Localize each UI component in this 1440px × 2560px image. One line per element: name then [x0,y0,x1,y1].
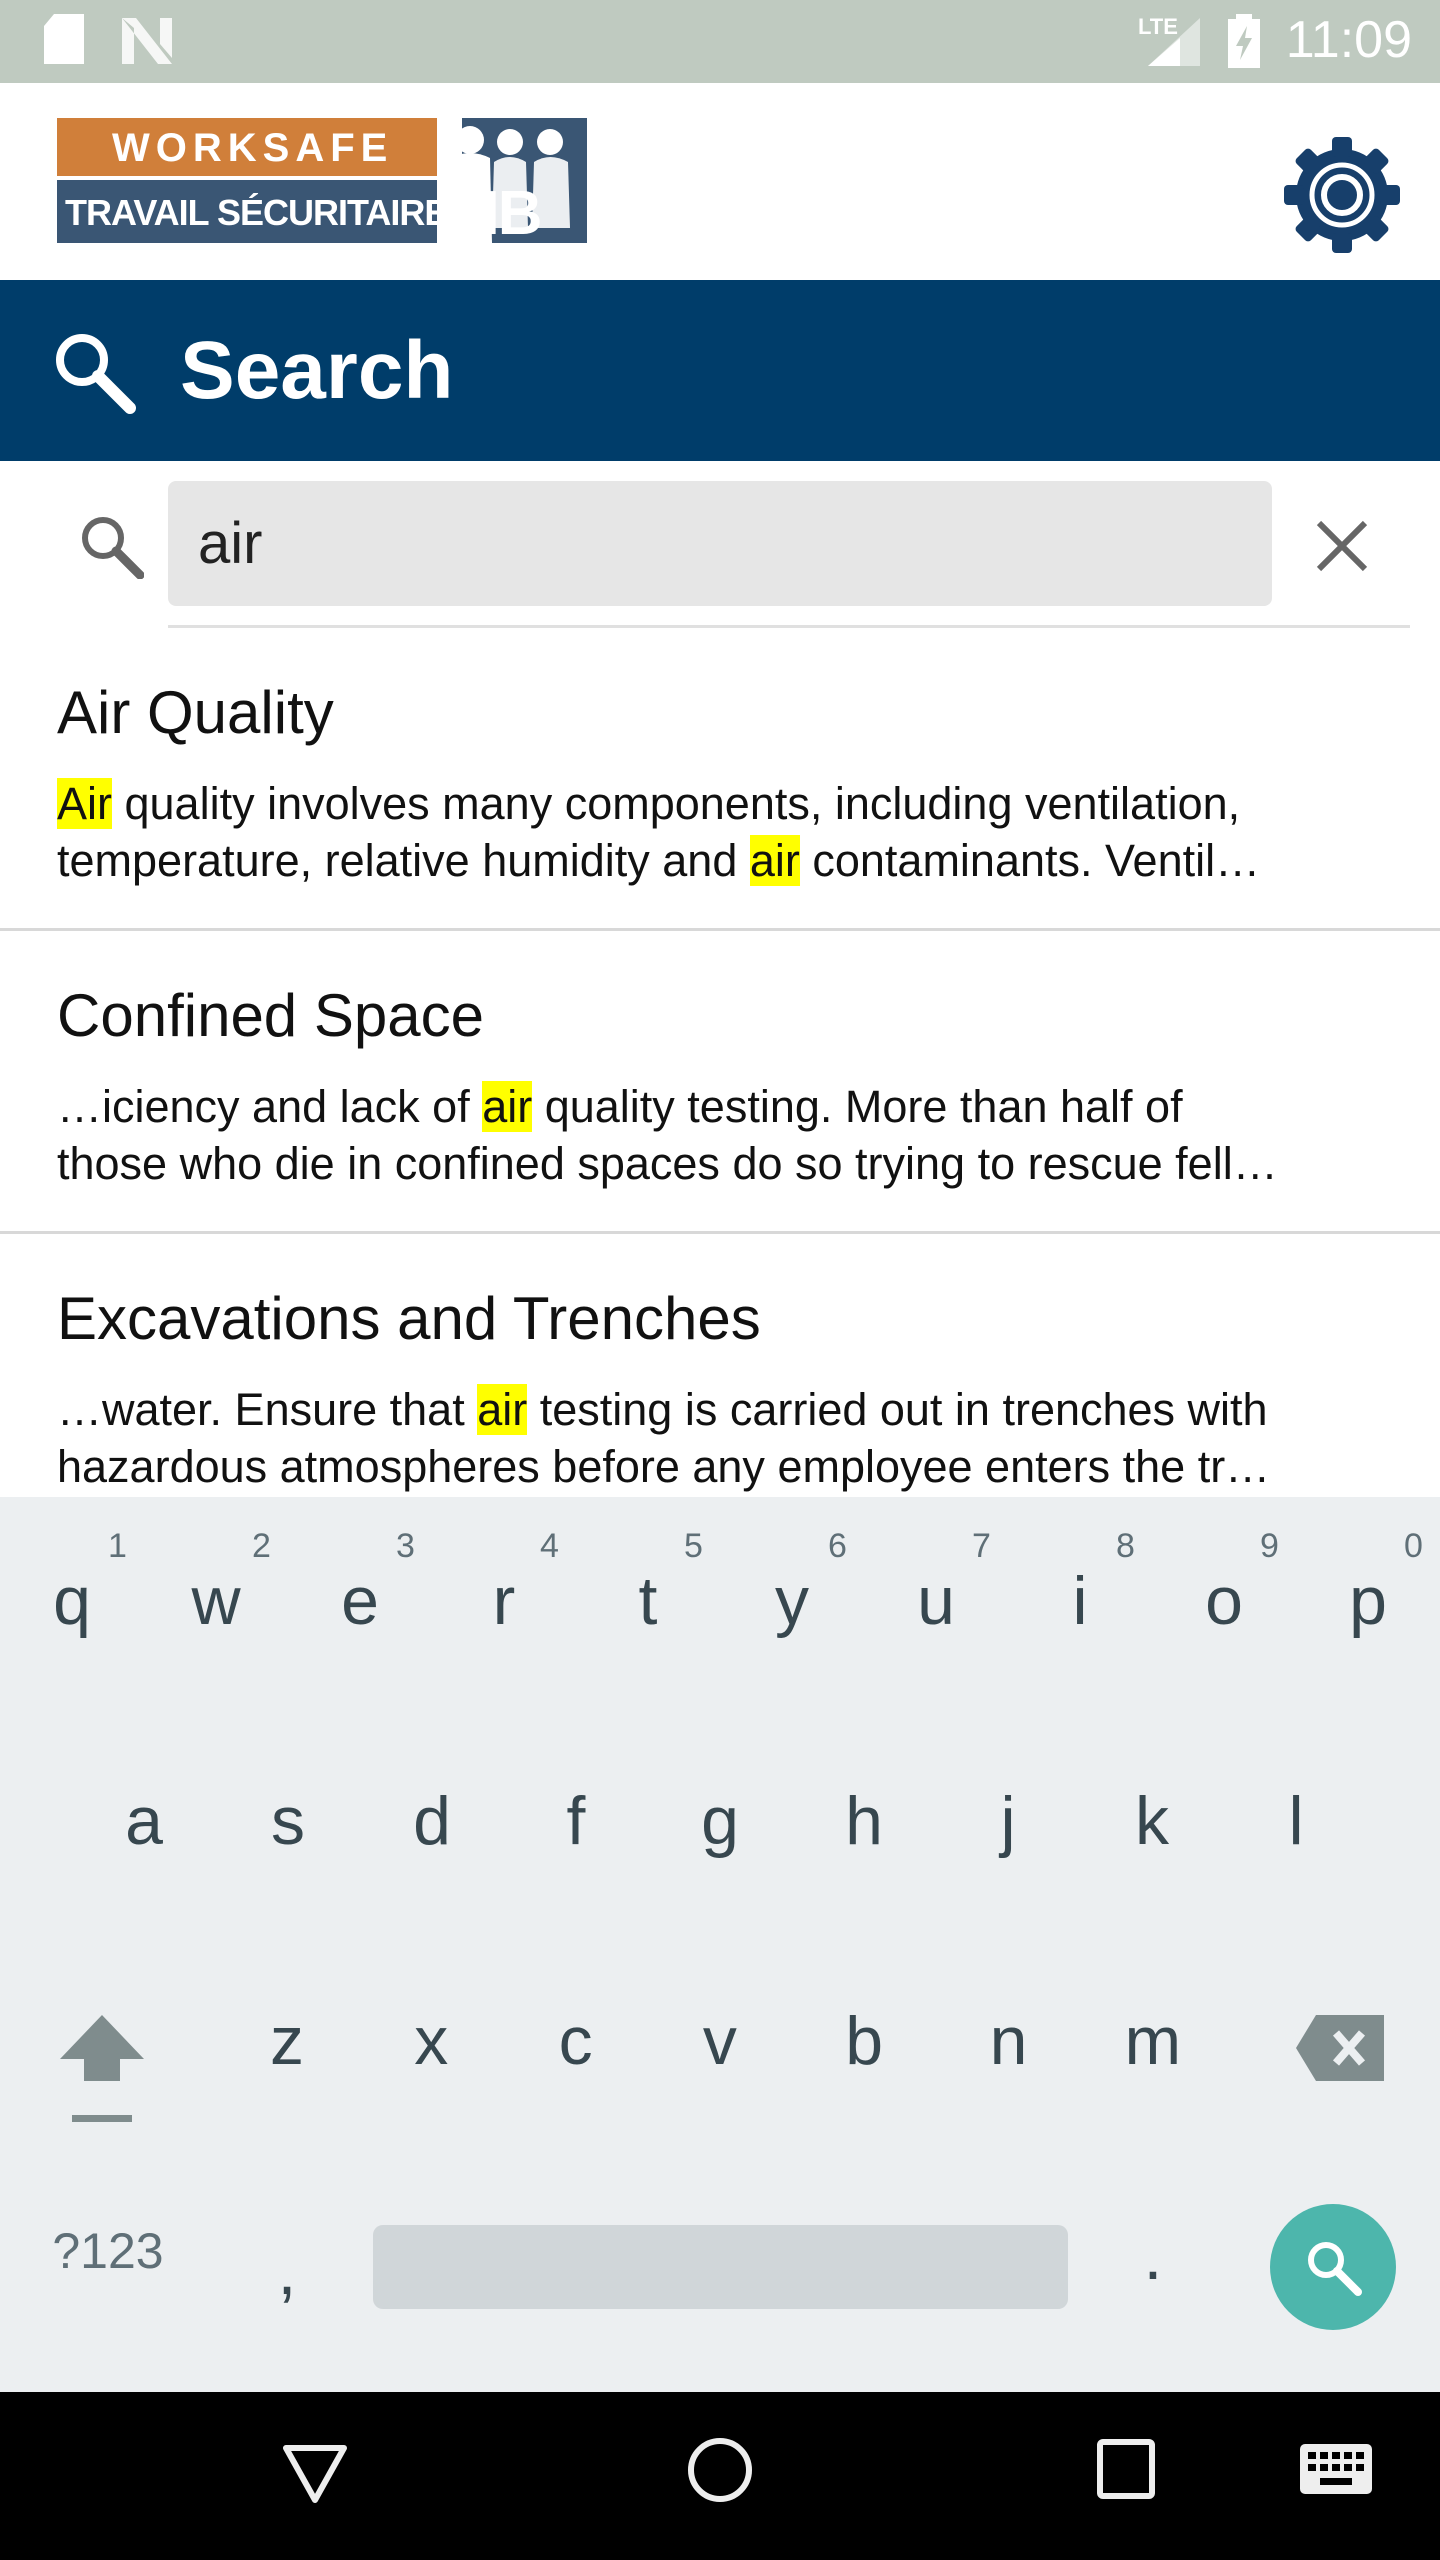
backspace-icon[interactable] [1296,2015,1384,2081]
signal-icon [1148,18,1200,66]
key-hint: 8 [1116,1527,1135,1565]
key-y[interactable]: y [720,1562,864,1640]
key-v[interactable]: v [648,2002,792,2080]
worksafe-logo[interactable]: WorkSafe Travail sécuritaire NB [57,118,587,248]
key-o[interactable]: o [1152,1562,1296,1640]
period-key[interactable]: . [1081,2217,1225,2295]
highlighted-match: air [482,1081,533,1132]
result-snippet-line: temperature, relative humidity and air c… [57,835,1397,887]
result-item[interactable]: Excavations and Trenches …water. Ensure t… [0,1234,1440,1503]
search-row [0,461,1440,628]
comma-key[interactable]: , [215,2232,359,2310]
key-k[interactable]: k [1080,1782,1224,1860]
search-action-key[interactable] [1270,2204,1396,2330]
search-icon [1308,2242,1362,2296]
keyboard: q 1 w 2 e 3 r 4 t 5 y 6 u 7 i 8 o 9 p 0 a s d f g h j k l z x c v b n m ?123… [0,1497,1440,2392]
highlighted-match: air [749,835,800,886]
result-snippet-line: …iciency and lack of air quality testing… [57,1081,1397,1133]
search-icon [56,334,136,414]
key-i[interactable]: i [1008,1562,1152,1640]
key-l[interactable]: l [1224,1782,1368,1860]
result-snippet-line: those who die in confined spaces do so t… [57,1138,1397,1190]
battery-charging-icon [1228,14,1260,68]
key-d[interactable]: d [360,1782,504,1860]
clock: 11:09 [1285,11,1412,69]
highlighted-match: air [477,1384,528,1435]
key-a[interactable]: a [72,1782,216,1860]
search-icon [82,517,144,579]
clear-icon[interactable] [1315,519,1369,573]
key-hint: 4 [540,1527,559,1565]
key-p[interactable]: p [1296,1562,1440,1640]
key-t[interactable]: t [576,1562,720,1640]
key-h[interactable]: h [792,1782,936,1860]
back-icon[interactable] [282,2444,348,2504]
result-title: Confined Space [57,982,484,1049]
key-w[interactable]: w [144,1562,288,1640]
snippet-text: …iciency and lack of [57,1081,483,1132]
snippet-text: temperature, relative humidity and [57,835,750,886]
result-snippet-line: hazardous atmospheres before any employe… [57,1441,1397,1493]
logo-text-worksafe: WorkSafe [112,126,394,170]
logo-text-nb: NB [455,179,543,248]
page-title: Search [180,325,454,416]
space-bar[interactable] [373,2225,1068,2309]
symbols-key[interactable]: ?123 [18,2222,198,2280]
shift-icon[interactable] [60,2015,144,2125]
sd-card-icon [44,14,84,64]
key-f[interactable]: f [504,1782,648,1860]
key-u[interactable]: u [864,1562,1008,1640]
key-hint: 7 [972,1527,991,1565]
highlighted-match: Air [57,778,112,829]
gear-icon[interactable] [1284,137,1400,253]
home-icon[interactable] [686,2436,754,2504]
app-header: WorkSafe Travail sécuritaire NB [0,83,1440,280]
key-m[interactable]: m [1081,2002,1225,2080]
navigation-bar [0,2392,1440,2560]
result-title: Excavations and Trenches [57,1285,761,1352]
result-item[interactable]: Confined Space …iciency and lack of air q… [0,931,1440,1234]
snippet-text: those who die in confined spaces do so t… [57,1138,1278,1189]
search-input[interactable] [168,481,1272,606]
result-snippet-line: Air quality involves many components, in… [57,778,1397,830]
key-hint: 9 [1260,1527,1279,1565]
logo-text-travail: Travail sécuritaire [65,192,448,233]
key-j[interactable]: j [936,1782,1080,1860]
snippet-text: quality testing. More than half of [532,1081,1183,1132]
keyboard-switch-icon[interactable] [1300,2444,1372,2494]
key-hint: 2 [252,1527,271,1565]
key-hint: 5 [684,1527,703,1565]
key-r[interactable]: r [432,1562,576,1640]
key-s[interactable]: s [216,1782,360,1860]
title-bar: Search [0,280,1440,461]
key-e[interactable]: e [288,1562,432,1640]
key-hint: 6 [828,1527,847,1565]
key-hint: 3 [396,1527,415,1565]
n-icon [122,18,172,64]
recents-icon[interactable] [1096,2438,1156,2500]
key-c[interactable]: c [504,2002,648,2080]
key-z[interactable]: z [215,2002,359,2080]
key-n[interactable]: n [937,2002,1081,2080]
result-title: Air Quality [57,679,334,746]
status-bar: LTE 11:09 [0,0,1440,83]
snippet-text: …water. Ensure that [57,1384,478,1435]
key-g[interactable]: g [648,1782,792,1860]
key-hint: 0 [1404,1527,1423,1565]
snippet-text: hazardous atmospheres before any employe… [57,1441,1271,1492]
key-q[interactable]: q [0,1562,144,1640]
key-hint: 1 [108,1527,127,1565]
result-item[interactable]: Air Quality Air quality involves many com… [0,628,1440,931]
snippet-text: quality involves many components, includ… [112,778,1241,829]
snippet-text: contaminants. Ventil… [799,835,1261,886]
key-b[interactable]: b [792,2002,936,2080]
snippet-text: testing is carried out in trenches with [527,1384,1268,1435]
key-x[interactable]: x [359,2002,503,2080]
result-snippet-line: …water. Ensure that air testing is carri… [57,1384,1397,1436]
